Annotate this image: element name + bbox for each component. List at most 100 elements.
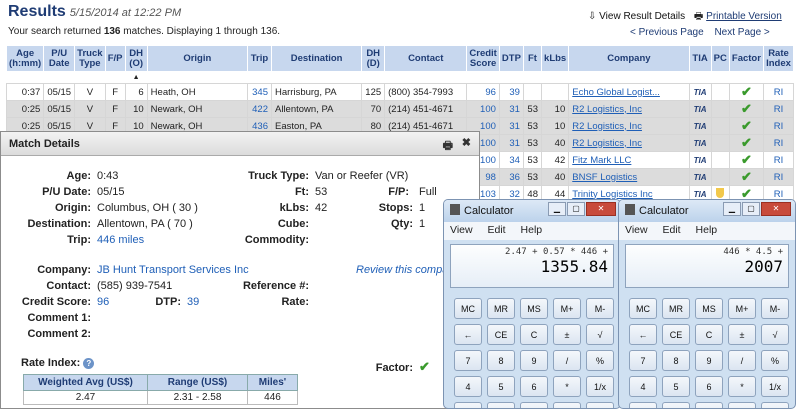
calc-key[interactable]: * bbox=[553, 376, 581, 397]
cell-dtp[interactable]: 39 bbox=[498, 83, 524, 101]
col-trip[interactable]: Trip bbox=[246, 45, 273, 72]
cell-company[interactable]: BNSF Logistics bbox=[568, 168, 690, 186]
col-age[interactable]: Age (h:mm) bbox=[5, 45, 45, 72]
calc-key[interactable]: 5 bbox=[662, 376, 690, 397]
calc-key[interactable]: 8 bbox=[662, 350, 690, 371]
col-contact[interactable]: Contact bbox=[384, 45, 468, 72]
col-klbs[interactable]: kLbs bbox=[540, 45, 570, 72]
calc-key[interactable]: √ bbox=[586, 324, 614, 345]
calc-key[interactable]: ← bbox=[629, 324, 657, 345]
menu-help[interactable]: Help bbox=[521, 224, 543, 236]
calc-key[interactable]: / bbox=[728, 350, 756, 371]
calc-key[interactable]: ± bbox=[728, 324, 756, 345]
col-dh-origin[interactable]: DH (O) bbox=[124, 45, 148, 72]
calc-key[interactable]: 6 bbox=[520, 376, 548, 397]
cell-dtp[interactable]: 31 bbox=[498, 134, 524, 152]
close-icon[interactable]: ✖ bbox=[462, 136, 471, 149]
col-tia[interactable]: TIA bbox=[688, 45, 712, 72]
calc-key[interactable]: 9 bbox=[520, 350, 548, 371]
cell-credit[interactable]: 96 bbox=[466, 83, 500, 101]
cell-company[interactable]: Echo Global Logist... bbox=[568, 83, 690, 101]
calc-key[interactable] bbox=[761, 402, 789, 408]
calculator-title-bar[interactable]: Calculator ▁ ▢ ✕ bbox=[619, 200, 795, 222]
maximize-button[interactable]: ▢ bbox=[742, 202, 760, 216]
calc-key[interactable]: / bbox=[553, 350, 581, 371]
cell-trip[interactable]: 345 bbox=[246, 83, 273, 101]
minimize-button[interactable]: ▁ bbox=[548, 202, 566, 216]
cell-company[interactable]: R2 Logistics, Inc bbox=[568, 117, 690, 135]
calc-key[interactable]: 2 bbox=[487, 402, 515, 408]
cell-dtp[interactable]: 34 bbox=[498, 151, 524, 169]
menu-edit[interactable]: Edit bbox=[663, 224, 681, 236]
cell-dtp[interactable]: 36 bbox=[498, 168, 524, 186]
cell-ri[interactable]: RI bbox=[762, 117, 795, 135]
calc-key[interactable]: 2 bbox=[662, 402, 690, 408]
col-rate-index[interactable]: Rate Index bbox=[762, 45, 795, 72]
menu-view[interactable]: View bbox=[625, 224, 648, 236]
col-credit-score[interactable]: Credit Score bbox=[466, 45, 500, 72]
cell-trip[interactable]: 422 bbox=[246, 100, 273, 118]
col-company[interactable]: Company bbox=[568, 45, 690, 72]
cell-ri[interactable]: RI bbox=[762, 151, 795, 169]
calc-key[interactable]: 5 bbox=[487, 376, 515, 397]
calc-key[interactable]: ± bbox=[553, 324, 581, 345]
cell-dtp[interactable]: 31 bbox=[498, 117, 524, 135]
cell-dtp[interactable]: 31 bbox=[498, 100, 524, 118]
calc-key[interactable]: 3 bbox=[695, 402, 723, 408]
calc-key[interactable]: 1 bbox=[629, 402, 657, 408]
calc-key[interactable]: ← bbox=[454, 324, 482, 345]
next-page-link[interactable]: Next Page > bbox=[714, 27, 769, 38]
col-pc[interactable]: PC bbox=[710, 45, 730, 72]
col-ft[interactable]: Ft bbox=[522, 45, 543, 72]
cell-company[interactable]: R2 Logistics, Inc bbox=[568, 134, 690, 152]
dtp-value[interactable]: 39 bbox=[187, 296, 199, 308]
calc-key[interactable]: 9 bbox=[695, 350, 723, 371]
calc-key[interactable]: MS bbox=[695, 298, 723, 319]
calc-key[interactable]: CE bbox=[662, 324, 690, 345]
calc-key[interactable]: 1/x bbox=[586, 376, 614, 397]
col-truck-type[interactable]: Truck Type bbox=[74, 45, 106, 72]
calc-key[interactable]: M- bbox=[761, 298, 789, 319]
menu-help[interactable]: Help bbox=[696, 224, 718, 236]
calc-key[interactable]: - bbox=[728, 402, 756, 408]
calculator-title-bar[interactable]: Calculator ▁ ▢ ✕ bbox=[444, 200, 620, 222]
close-button[interactable]: ✕ bbox=[586, 202, 616, 216]
table-row[interactable]: 0:37 05/15 V F 6 Heath, OH 345 Harrisburg, PA 12… bbox=[5, 83, 795, 101]
col-dh-dest[interactable]: DH (D) bbox=[361, 45, 386, 72]
calc-key[interactable]: C bbox=[695, 324, 723, 345]
minimize-button[interactable]: ▁ bbox=[723, 202, 741, 216]
calc-key[interactable]: MS bbox=[520, 298, 548, 319]
help-icon[interactable]: ? bbox=[83, 358, 95, 369]
calc-key[interactable]: 4 bbox=[629, 376, 657, 397]
previous-page-link[interactable]: < Previous Page bbox=[630, 27, 704, 38]
company-link[interactable]: JB Hunt Transport Services Inc bbox=[97, 264, 249, 276]
calc-key[interactable]: 1/x bbox=[761, 376, 789, 397]
calc-key[interactable]: 1 bbox=[454, 402, 482, 408]
table-row[interactable]: 0:25 05/15 V F 10 Newark, OH 422 Allentown, PA 7… bbox=[5, 100, 795, 118]
cell-company[interactable]: Fitz Mark LLC bbox=[568, 151, 690, 169]
calc-key[interactable]: 3 bbox=[520, 402, 548, 408]
printable-version-link[interactable]: Printable Version bbox=[706, 11, 782, 22]
calc-key[interactable]: C bbox=[520, 324, 548, 345]
calc-key[interactable]: M+ bbox=[728, 298, 756, 319]
calc-key[interactable]: 8 bbox=[487, 350, 515, 371]
col-pu-date[interactable]: P/U Date bbox=[43, 45, 76, 72]
maximize-button[interactable]: ▢ bbox=[567, 202, 585, 216]
cell-ri[interactable]: RI bbox=[762, 100, 795, 118]
cell-ri[interactable]: RI bbox=[762, 134, 795, 152]
calc-key[interactable]: % bbox=[586, 350, 614, 371]
calc-key[interactable]: MR bbox=[487, 298, 515, 319]
col-origin[interactable]: Origin bbox=[146, 45, 248, 72]
calc-key[interactable]: MC bbox=[454, 298, 482, 319]
calc-key[interactable]: - bbox=[553, 402, 581, 408]
cell-ri[interactable]: RI bbox=[762, 168, 795, 186]
calc-key[interactable] bbox=[586, 402, 614, 408]
cell-credit[interactable]: 100 bbox=[466, 100, 500, 118]
view-result-details-link[interactable]: View Result Details bbox=[599, 11, 685, 22]
close-button[interactable]: ✕ bbox=[761, 202, 791, 216]
calc-key[interactable]: 6 bbox=[695, 376, 723, 397]
print-icon[interactable]: 🖶 bbox=[443, 137, 453, 156]
calc-key[interactable]: MR bbox=[662, 298, 690, 319]
menu-edit[interactable]: Edit bbox=[488, 224, 506, 236]
review-company-link[interactable]: Review this compa bbox=[356, 264, 448, 276]
